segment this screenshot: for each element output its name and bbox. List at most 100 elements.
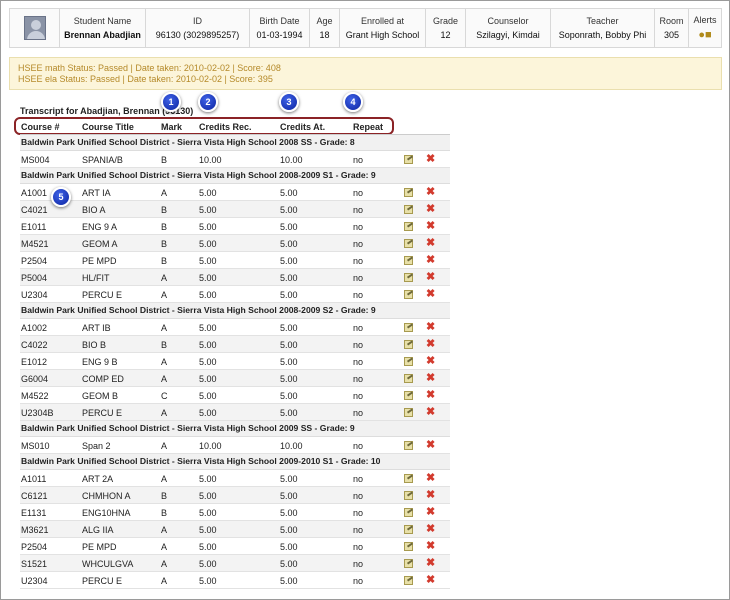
- edit-icon[interactable]: [404, 525, 413, 534]
- header-grade: Grade 12: [426, 9, 466, 47]
- delete-icon[interactable]: ✖: [426, 355, 435, 367]
- delete-icon[interactable]: ✖: [426, 372, 435, 384]
- header-label: Birth Date: [259, 16, 300, 26]
- transcript-row: A1001 ART IA A 5.00 5.00 no ✖: [20, 184, 450, 201]
- delete-icon[interactable]: ✖: [426, 321, 435, 333]
- edit-icon[interactable]: [404, 374, 413, 383]
- mark: B: [161, 205, 168, 215]
- header-age: Age 18: [310, 9, 340, 47]
- edit-icon[interactable]: [404, 474, 413, 483]
- repeat: no: [353, 205, 364, 215]
- transcript-row: C6121 CHMHON A B 5.00 5.00 no ✖: [20, 487, 450, 504]
- repeat: no: [353, 508, 364, 518]
- callout-badge-2: 2: [198, 92, 218, 112]
- delete-icon[interactable]: ✖: [426, 237, 435, 249]
- edit-icon[interactable]: [404, 155, 413, 164]
- repeat: no: [353, 256, 364, 266]
- student-photo-cell: [10, 9, 60, 47]
- delete-icon[interactable]: ✖: [426, 540, 435, 552]
- edit-icon[interactable]: [404, 256, 413, 265]
- column-header-row: Course # Course Title Mark Credits Rec. …: [20, 118, 450, 135]
- course-number: A1011: [21, 474, 47, 484]
- edit-icon[interactable]: [404, 205, 413, 214]
- header-label: Counselor: [487, 16, 529, 26]
- course-number: E1011: [21, 222, 47, 232]
- edit-icon[interactable]: [404, 188, 413, 197]
- school-term-header: Baldwin Park Unified School District - S…: [20, 135, 450, 151]
- delete-icon[interactable]: ✖: [426, 203, 435, 215]
- edit-icon[interactable]: [404, 323, 413, 332]
- course-title: HL/FIT: [82, 273, 110, 283]
- edit-icon[interactable]: [404, 273, 413, 282]
- edit-icon[interactable]: [404, 408, 413, 417]
- mark: B: [161, 239, 168, 249]
- edit-icon[interactable]: [404, 491, 413, 500]
- repeat: no: [353, 374, 364, 384]
- edit-icon[interactable]: [404, 290, 413, 299]
- credits-rec: 5.00: [199, 374, 217, 384]
- delete-icon[interactable]: ✖: [426, 254, 435, 266]
- header-label: Teacher: [586, 16, 619, 26]
- callout-badge-1: 1: [161, 92, 181, 112]
- delete-icon[interactable]: ✖: [426, 523, 435, 535]
- credits-at: 5.00: [280, 256, 298, 266]
- delete-icon[interactable]: ✖: [426, 389, 435, 401]
- course-number: A1001: [21, 188, 48, 198]
- header-label: Age: [316, 16, 333, 26]
- transcript-row: E1131 ENG10HNA B 5.00 5.00 no ✖: [20, 504, 450, 521]
- header-label: Enrolled at: [360, 16, 405, 26]
- course-title: SPANIA/B: [82, 155, 123, 165]
- transcript-row: P2504 PE MPD A 5.00 5.00 no ✖: [20, 538, 450, 555]
- col-mark: Mark: [161, 122, 183, 132]
- student-id: 96130 (3029895257): [155, 30, 240, 40]
- delete-icon[interactable]: ✖: [426, 557, 435, 569]
- edit-icon[interactable]: [404, 222, 413, 231]
- course-title: CHMHON A: [82, 491, 131, 501]
- repeat: no: [353, 408, 364, 418]
- credits-at: 10.00: [280, 155, 303, 165]
- delete-icon[interactable]: ✖: [426, 271, 435, 283]
- repeat: no: [353, 340, 364, 350]
- student-avatar: [23, 16, 46, 40]
- course-title: ENG 9 B: [82, 357, 118, 367]
- delete-icon[interactable]: ✖: [426, 439, 435, 451]
- course-title: WHCULGVA: [82, 559, 134, 569]
- course-number: P2504: [21, 542, 48, 552]
- credits-rec: 5.00: [199, 323, 217, 333]
- edit-icon[interactable]: [404, 542, 413, 551]
- delete-icon[interactable]: ✖: [426, 406, 435, 418]
- course-number: E1131: [21, 508, 47, 518]
- edit-icon[interactable]: [404, 559, 413, 568]
- edit-icon[interactable]: [404, 391, 413, 400]
- course-number: C4021: [21, 205, 48, 215]
- edit-icon[interactable]: [404, 441, 413, 450]
- delete-icon[interactable]: ✖: [426, 153, 435, 165]
- edit-icon[interactable]: [404, 508, 413, 517]
- course-number: C4022: [21, 340, 48, 350]
- course-number: MS004: [21, 155, 50, 165]
- header-teacher: Teacher Soponrath, Bobby Phi: [551, 9, 655, 47]
- edit-icon[interactable]: [404, 340, 413, 349]
- delete-icon[interactable]: ✖: [426, 472, 435, 484]
- repeat: no: [353, 155, 364, 165]
- edit-icon[interactable]: [404, 357, 413, 366]
- transcript-row: A1011 ART 2A A 5.00 5.00 no ✖: [20, 470, 450, 487]
- mark: A: [161, 542, 168, 552]
- edit-icon[interactable]: [404, 576, 413, 585]
- alerts-icon[interactable]: ●■: [698, 29, 711, 41]
- delete-icon[interactable]: ✖: [426, 489, 435, 501]
- delete-icon[interactable]: ✖: [426, 574, 435, 586]
- delete-icon[interactable]: ✖: [426, 288, 435, 300]
- school-term-header: Baldwin Park Unified School District - S…: [20, 454, 450, 470]
- school-term-header: Baldwin Park Unified School District - S…: [20, 421, 450, 437]
- mark: A: [161, 441, 168, 451]
- credits-rec: 10.00: [199, 155, 222, 165]
- delete-icon[interactable]: ✖: [426, 220, 435, 232]
- delete-icon[interactable]: ✖: [426, 338, 435, 350]
- edit-icon[interactable]: [404, 239, 413, 248]
- delete-icon[interactable]: ✖: [426, 506, 435, 518]
- delete-icon[interactable]: ✖: [426, 186, 435, 198]
- transcript-row: E1012 ENG 9 B A 5.00 5.00 no ✖: [20, 353, 450, 370]
- col-course-number: Course #: [21, 122, 60, 132]
- mark: A: [161, 357, 168, 367]
